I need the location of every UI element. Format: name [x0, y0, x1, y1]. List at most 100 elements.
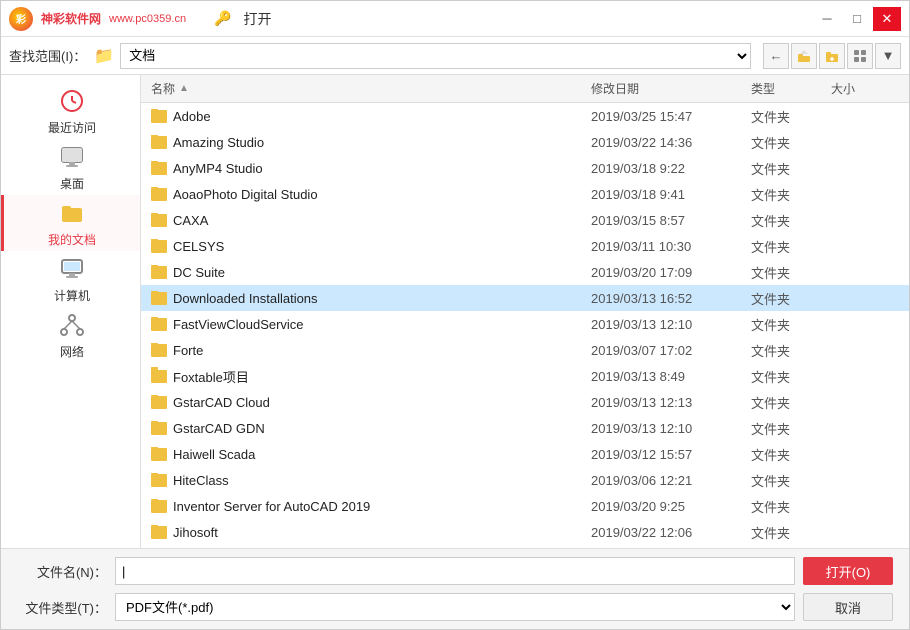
file-type-cell: 文件夹: [745, 315, 825, 334]
filename-input[interactable]: [115, 557, 795, 585]
file-name: Amazing Studio: [173, 135, 264, 150]
file-date-cell: 2019/03/20 9:25: [585, 499, 745, 514]
cancel-button[interactable]: 取消: [803, 593, 893, 621]
main-content: 最近访问 桌面 我的文档 计算机: [1, 75, 909, 548]
col-size: 大小: [825, 80, 905, 97]
filename-label: 文件名(N)：: [17, 562, 107, 581]
folder-icon: [151, 474, 167, 487]
file-name-cell: Haiwell Scada: [145, 447, 585, 462]
folder-icon: [151, 370, 167, 383]
open-button[interactable]: 打开(O): [803, 557, 893, 585]
title-bar: 彩 神彩软件网 www.pc0359.cn 🔑 打开 ─ □ ✕: [1, 1, 909, 37]
file-name-cell: GstarCAD Cloud: [145, 395, 585, 410]
table-row[interactable]: Downloaded Installations 2019/03/13 16:5…: [141, 285, 909, 311]
file-date-cell: 2019/03/20 17:09: [585, 265, 745, 280]
folder-icon: [151, 422, 167, 435]
sidebar-item-mydocs[interactable]: 我的文档: [1, 195, 140, 251]
folder-icon: [151, 318, 167, 331]
file-name: CAXA: [173, 213, 208, 228]
file-name: Forte: [173, 343, 203, 358]
file-area: 名称 ▲ 修改日期 类型 大小 Adobe 2019/03/25 15:47: [141, 75, 909, 548]
open-dialog: 彩 神彩软件网 www.pc0359.cn 🔑 打开 ─ □ ✕ 查找范围(I)…: [0, 0, 910, 630]
table-row[interactable]: Forte 2019/03/07 17:02 文件夹: [141, 337, 909, 363]
file-type-cell: 文件夹: [745, 107, 825, 126]
sidebar-item-computer[interactable]: 计算机: [1, 251, 140, 307]
sidebar-item-network[interactable]: 网络: [1, 307, 140, 363]
sidebar-item-desktop[interactable]: 桌面: [1, 139, 140, 195]
table-row[interactable]: CAXA 2019/03/15 8:57 文件夹: [141, 207, 909, 233]
view-dropdown-button[interactable]: ▼: [875, 43, 901, 69]
dialog-icon: 🔑: [214, 10, 231, 27]
folder-icon: [151, 240, 167, 253]
file-type-cell: 文件夹: [745, 185, 825, 204]
table-row[interactable]: GstarCAD GDN 2019/03/13 12:10 文件夹: [141, 415, 909, 441]
table-row[interactable]: FastViewCloudService 2019/03/13 12:10 文件…: [141, 311, 909, 337]
file-date-cell: 2019/03/22 14:36: [585, 135, 745, 150]
file-list-body[interactable]: Adobe 2019/03/25 15:47 文件夹 Amazing Studi…: [141, 103, 909, 548]
table-row[interactable]: HiteClass 2019/03/06 12:21 文件夹: [141, 467, 909, 493]
file-name-cell: HiteClass: [145, 473, 585, 488]
file-type-cell: 文件夹: [745, 159, 825, 178]
file-type-cell: 文件夹: [745, 523, 825, 542]
nav-buttons: ← ▼: [763, 43, 901, 69]
table-row[interactable]: CELSYS 2019/03/11 10:30 文件夹: [141, 233, 909, 259]
file-name-cell: Foxtable项目: [145, 367, 585, 386]
file-name: CELSYS: [173, 239, 224, 254]
file-date-cell: 2019/03/18 9:22: [585, 161, 745, 176]
file-name-cell: Downloaded Installations: [145, 291, 585, 306]
file-date-cell: 2019/03/13 16:52: [585, 291, 745, 306]
file-name: GstarCAD GDN: [173, 421, 265, 436]
sidebar-item-recent[interactable]: 最近访问: [1, 83, 140, 139]
minimize-button[interactable]: ─: [813, 7, 841, 31]
title-bar-left: 彩 神彩软件网 www.pc0359.cn 🔑 打开: [1, 7, 272, 31]
path-select[interactable]: 文档: [120, 43, 751, 69]
table-row[interactable]: Adobe 2019/03/25 15:47 文件夹: [141, 103, 909, 129]
file-type-cell: 文件夹: [745, 445, 825, 464]
file-date-cell: 2019/03/13 12:10: [585, 421, 745, 436]
sidebar-label-computer: 计算机: [54, 287, 90, 304]
toolbar: 查找范围(I)： 📁 文档 ← ▼: [1, 37, 909, 75]
file-name: AoaoPhoto Digital Studio: [173, 187, 318, 202]
new-folder-button[interactable]: [819, 43, 845, 69]
view-button[interactable]: [847, 43, 873, 69]
sidebar-label-network: 网络: [60, 343, 84, 360]
file-type-cell: 文件夹: [745, 341, 825, 360]
search-scope-label: 查找范围(I)：: [9, 46, 86, 65]
back-button[interactable]: ←: [763, 43, 789, 69]
table-row[interactable]: Haiwell Scada 2019/03/12 15:57 文件夹: [141, 441, 909, 467]
bottom-area: 文件名(N)： 打开(O) 文件类型(T)： PDF文件(*.pdf)所有文件(…: [1, 548, 909, 629]
sidebar-label-desktop: 桌面: [60, 175, 84, 192]
table-row[interactable]: Amazing Studio 2019/03/22 14:36 文件夹: [141, 129, 909, 155]
table-row[interactable]: Inventor Server for AutoCAD 2019 2019/03…: [141, 493, 909, 519]
file-type-cell: 文件夹: [745, 211, 825, 230]
file-name: FastViewCloudService: [173, 317, 304, 332]
file-name-cell: Forte: [145, 343, 585, 358]
file-name-cell: AoaoPhoto Digital Studio: [145, 187, 585, 202]
folder-icon: [151, 214, 167, 227]
network-icon: [58, 311, 86, 339]
table-row[interactable]: GstarCAD Cloud 2019/03/13 12:13 文件夹: [141, 389, 909, 415]
table-row[interactable]: Foxtable项目 2019/03/13 8:49 文件夹: [141, 363, 909, 389]
file-type-cell: 文件夹: [745, 497, 825, 516]
file-name: Foxtable项目: [173, 367, 249, 386]
close-button[interactable]: ✕: [873, 7, 901, 31]
file-type-cell: 文件夹: [745, 393, 825, 412]
recent-icon: [58, 87, 86, 115]
filename-row: 文件名(N)： 打开(O): [17, 557, 893, 585]
computer-icon: [58, 255, 86, 283]
filetype-row: 文件类型(T)： PDF文件(*.pdf)所有文件(*.*) 取消: [17, 593, 893, 621]
table-row[interactable]: AnyMP4 Studio 2019/03/18 9:22 文件夹: [141, 155, 909, 181]
col-type: 类型: [745, 80, 825, 97]
path-folder-icon: 📁: [94, 46, 114, 66]
up-folder-button[interactable]: [791, 43, 817, 69]
file-name: Inventor Server for AutoCAD 2019: [173, 499, 370, 514]
file-name-cell: DC Suite: [145, 265, 585, 280]
table-row[interactable]: AoaoPhoto Digital Studio 2019/03/18 9:41…: [141, 181, 909, 207]
table-row[interactable]: DC Suite 2019/03/20 17:09 文件夹: [141, 259, 909, 285]
filetype-select[interactable]: PDF文件(*.pdf)所有文件(*.*): [115, 593, 795, 621]
file-type-cell: 文件夹: [745, 289, 825, 308]
file-date-cell: 2019/03/13 12:10: [585, 317, 745, 332]
col-date: 修改日期: [585, 80, 745, 97]
table-row[interactable]: Jihosoft 2019/03/22 12:06 文件夹: [141, 519, 909, 545]
maximize-button[interactable]: □: [843, 7, 871, 31]
